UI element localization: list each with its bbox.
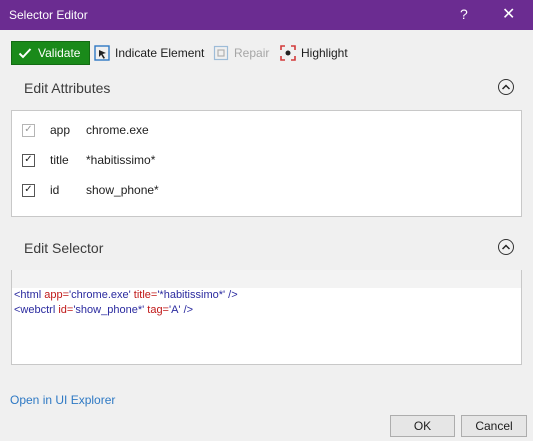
repair-icon — [213, 45, 229, 61]
checkmark-icon — [18, 48, 32, 59]
selector-code[interactable]: <html app='chrome.exe' title='*habitissi… — [14, 288, 238, 318]
attribute-name: title — [50, 153, 69, 167]
selector-token: title= — [133, 289, 158, 301]
highlight-label: Highlight — [301, 46, 348, 60]
chevron-up-icon — [502, 244, 510, 250]
edit-attributes-header: Edit Attributes — [0, 77, 533, 101]
window-title: Selector Editor — [9, 8, 88, 22]
validate-label: Validate — [38, 46, 81, 60]
selector-token: <html — [14, 289, 45, 301]
selector-editor[interactable]: <html app='chrome.exe' title='*habitissi… — [11, 270, 522, 365]
edit-selector-header: Edit Selector — [0, 237, 533, 261]
selector-token: app= — [44, 289, 70, 301]
attribute-app-checkbox[interactable]: ✓ — [22, 123, 35, 137]
close-button[interactable]: ✕ — [502, 4, 515, 24]
attribute-id-checkbox[interactable]: ✓ — [22, 183, 35, 197]
attribute-value[interactable]: *habitissimo* — [86, 153, 155, 167]
cancel-button[interactable]: Cancel — [461, 415, 527, 437]
attribute-name: app — [50, 123, 71, 137]
selector-token: '*habitissimo*' — [157, 289, 226, 301]
repair-label: Repair — [234, 46, 270, 60]
title-bar: Selector Editor ? ✕ — [0, 0, 533, 30]
highlight-icon — [280, 45, 296, 61]
highlight-button[interactable]: Highlight — [280, 41, 348, 65]
ok-button[interactable]: OK — [390, 415, 455, 437]
selector-line: <html app='chrome.exe' title='*habitissi… — [14, 288, 238, 303]
collapse-attributes-button[interactable] — [498, 79, 514, 95]
selector-line: <webctrl id='show_phone*' tag='A' /> — [14, 303, 238, 318]
selector-token: 'chrome.exe' — [69, 289, 131, 301]
selector-token: <webctrl — [14, 304, 59, 316]
selector-editor-gutter — [12, 270, 521, 288]
attribute-title-checkbox[interactable]: ✓ — [22, 153, 35, 167]
selector-token: /> — [180, 304, 194, 316]
toolbar: Validate Indicate Element Repair Highlig… — [0, 41, 533, 66]
help-button[interactable]: ? — [460, 6, 468, 22]
selector-token: 'show_phone*' — [73, 304, 145, 316]
edit-attributes-title: Edit Attributes — [24, 80, 111, 96]
selector-token: 'A' — [168, 304, 181, 316]
indicate-element-icon — [94, 45, 110, 61]
indicate-element-button[interactable]: Indicate Element — [94, 41, 204, 65]
collapse-selector-button[interactable] — [498, 239, 514, 255]
indicate-element-label: Indicate Element — [115, 46, 205, 60]
selector-token: /> — [225, 289, 238, 301]
attribute-value[interactable]: show_phone* — [86, 183, 159, 197]
open-ui-explorer-link[interactable]: Open in UI Explorer — [10, 393, 115, 407]
edit-selector-title: Edit Selector — [24, 240, 104, 256]
repair-button[interactable]: Repair — [213, 41, 269, 65]
chevron-up-icon — [502, 84, 510, 90]
selector-token: tag= — [147, 304, 169, 316]
attribute-name: id — [50, 183, 60, 197]
attribute-value[interactable]: chrome.exe — [86, 123, 149, 137]
attributes-panel: ✓ app chrome.exe ✓ title *habitissimo* ✓… — [11, 110, 522, 217]
selector-token: id= — [58, 304, 74, 316]
validate-button[interactable]: Validate — [11, 41, 90, 65]
